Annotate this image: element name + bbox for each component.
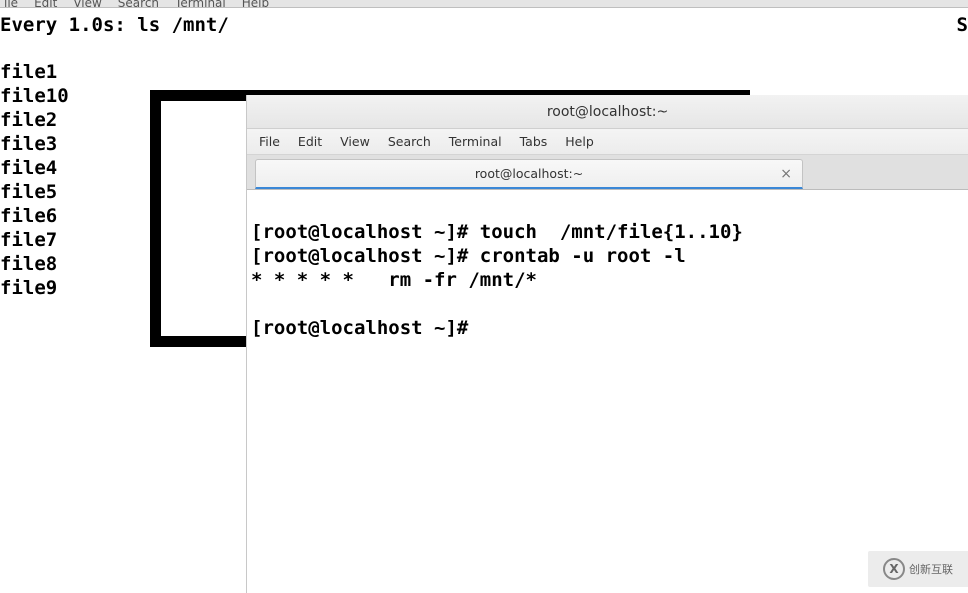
menubar: File Edit View Search Terminal Tabs Help: [247, 129, 968, 155]
terminal-line: [root@localhost ~]#: [251, 317, 480, 339]
bg-menu-view[interactable]: View: [73, 0, 101, 7]
bg-menubar: ile Edit View Search Terminal Help: [0, 0, 968, 8]
terminal-line: [root@localhost ~]# touch /mnt/file{1..1…: [251, 221, 743, 243]
tab-terminal[interactable]: root@localhost:~ ×: [255, 159, 803, 189]
bg-menu-file[interactable]: ile: [4, 0, 18, 7]
list-item: file4: [0, 156, 69, 180]
watermark-logo-icon: X: [883, 558, 905, 580]
terminal-window: root@localhost:~ File Edit View Search T…: [246, 95, 968, 593]
list-item: file2: [0, 108, 69, 132]
terminal-line: * * * * * rm -fr /mnt/*: [251, 269, 537, 291]
bg-menu-search[interactable]: Search: [118, 0, 159, 7]
list-item: file7: [0, 228, 69, 252]
watch-output-listing: file1 file10 file2 file3 file4 file5 fil…: [0, 60, 69, 300]
watermark: X 创新互联: [868, 551, 968, 587]
terminal-body[interactable]: [root@localhost ~]# touch /mnt/file{1..1…: [247, 190, 968, 593]
menu-edit[interactable]: Edit: [298, 134, 322, 149]
list-item: file9: [0, 276, 69, 300]
window-title: root@localhost:~: [547, 104, 668, 120]
menu-file[interactable]: File: [259, 134, 280, 149]
menu-terminal[interactable]: Terminal: [449, 134, 502, 149]
tab-label: root@localhost:~: [475, 166, 583, 181]
list-item: file5: [0, 180, 69, 204]
watch-status-right: S: [957, 14, 968, 36]
watch-command-text: Every 1.0s: ls /mnt/: [0, 14, 229, 36]
tabbar: root@localhost:~ ×: [247, 155, 968, 190]
bg-menu-help[interactable]: Help: [242, 0, 269, 7]
menu-help[interactable]: Help: [565, 134, 594, 149]
menu-tabs[interactable]: Tabs: [520, 134, 548, 149]
watermark-text: 创新互联: [909, 561, 953, 577]
bg-menu-terminal[interactable]: Terminal: [175, 0, 226, 7]
terminal-line: [root@localhost ~]# crontab -u root -l: [251, 245, 686, 267]
close-icon[interactable]: ×: [780, 167, 792, 181]
list-item: file6: [0, 204, 69, 228]
bg-menu-edit[interactable]: Edit: [34, 0, 57, 7]
list-item: file3: [0, 132, 69, 156]
menu-search[interactable]: Search: [388, 134, 431, 149]
menu-view[interactable]: View: [340, 134, 370, 149]
list-item: file1: [0, 60, 69, 84]
titlebar[interactable]: root@localhost:~: [247, 95, 968, 129]
list-item: file8: [0, 252, 69, 276]
list-item: file10: [0, 84, 69, 108]
